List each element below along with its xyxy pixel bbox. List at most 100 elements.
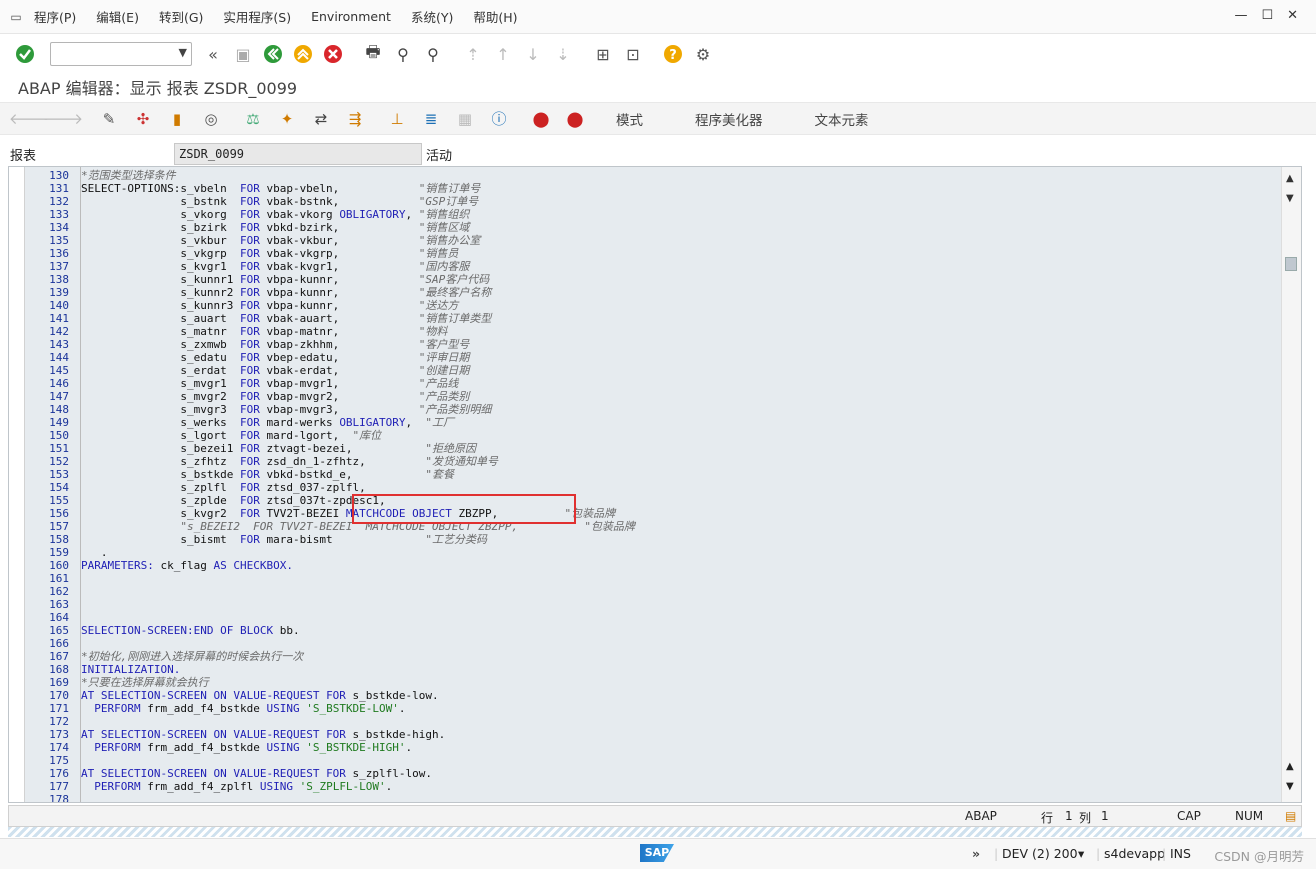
num-indicator: NUM [1235,809,1264,823]
other-object-icon[interactable]: ✣ [132,108,154,130]
shortcut-icon[interactable]: ⊡ [620,41,646,67]
last-page-icon[interactable]: ⇣ [550,41,576,67]
pretty-printer-button[interactable]: 程序美化器 [695,109,763,129]
line-number: 173 [49,728,69,741]
cancel-button[interactable] [320,41,346,67]
enter-button[interactable] [12,41,38,67]
code-line: 176 AT SELECTION-SCREEN ON VALUE-REQUEST … [9,767,1279,780]
chevron-up-icon[interactable]: ▲ [1286,761,1294,772]
previous-page-icon[interactable]: ↑ [490,41,516,67]
object-list-icon[interactable]: ⇄ [310,108,332,130]
line-number: 162 [49,585,69,598]
check-syntax-icon[interactable]: ▮ [166,108,188,130]
code-line: 135 s_vkbur FOR vbak-vkbur, "销售办公室 [9,234,1279,247]
menu-edit[interactable]: 编辑(E) [96,7,139,26]
code-editor[interactable]: 130 *范围类型选择条件 131 SELECT-OPTIONS:s_vbeln FO… [8,166,1302,803]
application-toolbar: 🡐 🡒 ✎ ✣ ▮ ◎ ⚖ ✦ ⇄ ⇶ ⊥ ≣ ▦ ⓘ ⬤ ⬤ 模式 程序美化器… [0,102,1316,135]
watermark: CSDN @月明芳 [1214,849,1304,864]
close-icon[interactable]: ✕ [1287,8,1298,23]
new-session-icon[interactable]: ⊞ [590,41,616,67]
collapse-icon[interactable]: « [200,41,226,67]
chevron-up-icon[interactable]: ▲ [1286,173,1294,184]
line-number: 150 [49,429,69,442]
line-number: 177 [49,780,69,793]
chevron-down-icon[interactable]: ▼ [1286,193,1294,204]
hierarchy-icon[interactable]: ⊥ [386,108,408,130]
text-elements-button[interactable]: 文本元素 [815,109,869,129]
settings-gear-icon[interactable]: ⚙ [690,41,716,67]
line-number: 161 [49,572,69,585]
activate-icon[interactable]: ◎ [200,108,222,130]
page-title: ABAP 编辑器：显示 报表 ZSDR_0099 [18,79,298,98]
line-number: 139 [49,286,69,299]
chevron-down-icon[interactable]: ▼ [179,46,187,59]
col-label: 列 [1079,811,1092,825]
chevron-down-icon[interactable]: ▼ [1286,781,1294,792]
info-icon[interactable]: ⓘ [488,108,510,130]
menu-utilities[interactable]: 实用程序(S) [223,7,291,26]
minimize-icon[interactable]: — [1234,8,1247,23]
code-text: SELECTION-SCREEN:END OF BLOCK bb. [81,624,300,637]
print-icon[interactable]: 🖶 [360,41,386,67]
next-page-icon[interactable]: ↓ [520,41,546,67]
system-info: DEV (2) 200 [1002,846,1078,861]
window-menu-icon[interactable]: ▭ [8,10,24,24]
back-icon [264,45,282,63]
code-line: 132 s_bstnk FOR vbak-bstnk, "GSP订单号 [9,195,1279,208]
code-line: 172 [9,715,1279,728]
line-number: 167 [49,650,69,663]
where-used-icon[interactable]: ✦ [276,108,298,130]
help-button[interactable]: ? [660,41,686,67]
menu-program[interactable]: 程序(P) [34,7,76,26]
system-dropdown-icon[interactable]: ▾ [1078,846,1084,861]
code-line: 141 s_auart FOR vbak-auart, "销售订单类型 [9,312,1279,325]
line-number: 132 [49,195,69,208]
pattern-button[interactable]: 模式 [616,109,643,129]
save-icon[interactable]: ▣ [230,41,256,67]
code-text: s_erdat FOR vbak-erdat, "创建日期 [81,364,470,377]
menu-help[interactable]: 帮助(H) [473,7,517,26]
test-icon[interactable]: ⚖ [242,108,264,130]
menu-goto[interactable]: 转到(G) [159,7,203,26]
navigation-icon[interactable]: ⇶ [344,108,366,130]
arrow-right-icon[interactable]: 🡒 [43,108,83,130]
code-line: 163 [9,598,1279,611]
code-line: 149 s_werks FOR mard-werks OBLIGATORY, "… [9,416,1279,429]
first-page-icon[interactable]: ⇡ [460,41,486,67]
exit-button[interactable] [290,41,316,67]
status-separator: | [994,846,999,861]
command-field[interactable]: ▼ [50,42,192,66]
menu-system[interactable]: 系统(Y) [411,7,453,26]
code-text: s_lgort FOR mard-lgort, "库位 [81,429,382,442]
display-change-icon[interactable]: ✎ [98,108,120,130]
scroll-thumb[interactable] [1285,257,1297,271]
breakpoint-icon[interactable]: ⬤ [530,108,552,130]
line-number: 143 [49,338,69,351]
line-number: 134 [49,221,69,234]
arrow-left-icon[interactable]: 🡐 [9,108,49,130]
code-line: 145 s_erdat FOR vbak-erdat, "创建日期 [9,364,1279,377]
code-text: PERFORM frm_add_f4_zplfl USING 'S_ZPLFL-… [94,780,393,793]
code-line: 151 s_bezei1 FOR ztvagt-bezei, "拒绝原因 [9,442,1279,455]
code-text: s_zplde FOR ztsd_037t-zpdesc1, [81,494,386,507]
layout-icon[interactable]: ▦ [454,108,476,130]
notes-icon[interactable]: ▤ [1285,809,1296,823]
code-text: s_kunnr3 FOR vbpa-kunnr, "送达方 [81,299,459,312]
line-number: 144 [49,351,69,364]
external-breakpoint-icon[interactable]: ⬤ [564,108,586,130]
line-number: 138 [49,273,69,286]
vertical-scrollbar[interactable]: ▲ ▼ ▲ ▼ [1281,167,1301,802]
code-line: 144 s_edatu FOR vbep-edatu, "评审日期 [9,351,1279,364]
back-button[interactable] [260,41,286,67]
stack-icon[interactable]: ≣ [420,108,442,130]
code-line: 146 s_mvgr1 FOR vbap-mvgr1, "产品线 [9,377,1279,390]
code-text: . [81,546,108,559]
menu-environment[interactable]: Environment [311,9,391,24]
status-separator: | [1096,846,1101,861]
code-text: *只要在选择屏幕就会执行 [81,676,209,689]
find-icon[interactable]: ⚲ [390,41,416,67]
code-line: 139 s_kunnr2 FOR vbpa-kunnr, "最终客户名称 [9,286,1279,299]
maximize-icon[interactable]: ☐ [1261,8,1273,23]
find-next-icon[interactable]: ⚲ [420,41,446,67]
expand-status-icon[interactable]: » [972,846,980,861]
